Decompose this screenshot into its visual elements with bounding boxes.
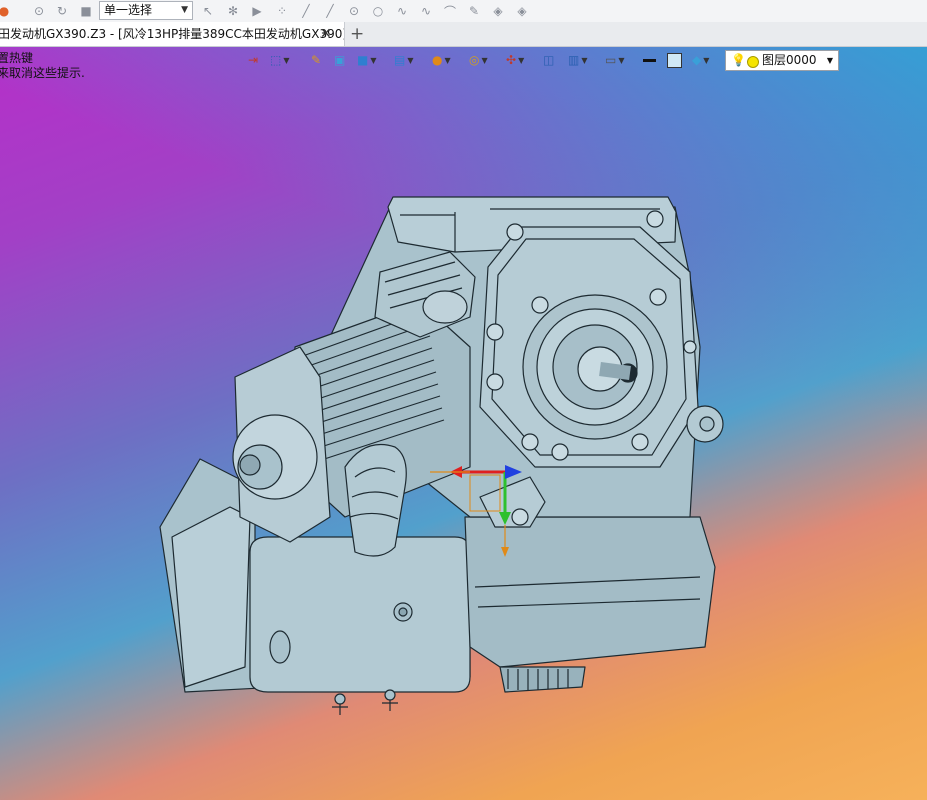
arc-icon[interactable]: ⌒ [442, 3, 458, 19]
point-icon[interactable]: ⁘ [274, 3, 290, 19]
drain-cap [499, 666, 586, 693]
document-tab-bar: 田发动机GX390.Z3 - [风冷13HP排量389CC本田发动机GX390]… [0, 22, 927, 47]
spline-icon[interactable]: ∿ [418, 3, 434, 19]
main-toolbar: ● ⊙ ↻ ■ 单一选择 ▼ ↖ ✻ ▶ ⁘ ╱ ╱ ⊙ ○ ∿ ∿ ⌒ ✎ ◈… [0, 0, 927, 23]
left-tank-panel [171, 506, 251, 688]
document-tab-label: 田发动机GX390.Z3 - [风冷13HP排量389CC本田发动机GX390] [0, 27, 345, 41]
3d-viewport[interactable]: 置热键 来取消这些提示. ⇥ ⬚ ▼ ✎ ▣ ■ ▼ ▤ ▼ ● ▼ ◎ ▼ ✣ ▼ ◫ ▥… [0, 47, 927, 800]
app-logo-icon[interactable]: ● [0, 3, 12, 19]
oil-pan [464, 516, 716, 668]
history-icon[interactable]: ↻ [54, 3, 70, 19]
stack-icon[interactable]: ◈ [514, 3, 530, 19]
layer-icon[interactable]: ◈ [490, 3, 506, 19]
cursor-icon[interactable]: ↖ [200, 3, 216, 19]
selection-mode-select[interactable]: 单一选择 ▼ [99, 1, 193, 20]
stop-icon[interactable]: ■ [78, 3, 94, 19]
circle-center-icon[interactable]: ⊙ [346, 3, 362, 19]
chevron-down-icon: ▼ [181, 5, 188, 15]
new-tab-button[interactable]: + [350, 22, 364, 46]
line-icon[interactable]: ╱ [298, 3, 314, 19]
segment-icon[interactable]: ╱ [322, 3, 338, 19]
close-icon[interactable]: ✕ [320, 22, 332, 46]
gear-filter-icon[interactable]: ✻ [225, 3, 241, 19]
muffler [249, 536, 471, 693]
mounting-bolts [332, 689, 398, 715]
pen-icon[interactable]: ✎ [466, 3, 482, 19]
selection-mode-value: 单一选择 [104, 3, 153, 17]
engine-model[interactable] [0, 47, 927, 800]
rotate-icon[interactable]: ⊙ [31, 3, 47, 19]
circle-icon[interactable]: ○ [370, 3, 386, 19]
play-icon[interactable]: ▶ [249, 3, 265, 19]
document-tab[interactable]: 田发动机GX390.Z3 - [风冷13HP排量389CC本田发动机GX390]… [0, 22, 345, 46]
curve-icon[interactable]: ∿ [394, 3, 410, 19]
